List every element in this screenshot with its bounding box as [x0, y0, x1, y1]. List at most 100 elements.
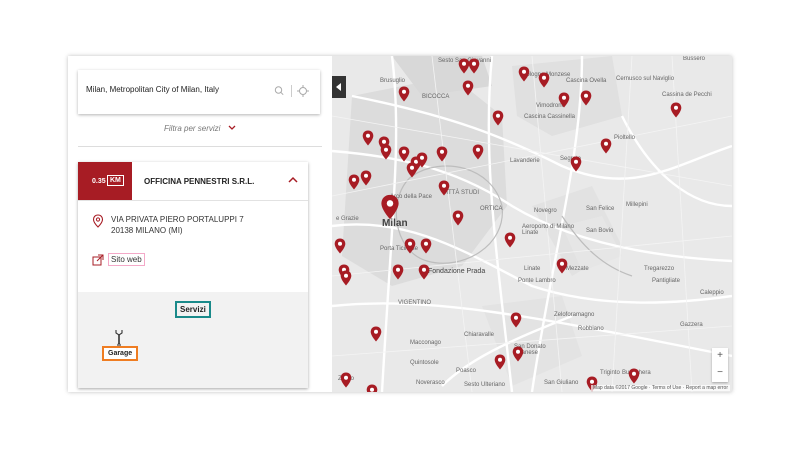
services-heading: Servizi	[175, 301, 211, 318]
map-marker[interactable]	[472, 144, 484, 160]
store-locator: Milan, Metropolitan City of Milan, Italy…	[68, 56, 732, 392]
map-label: VIGENTINO	[398, 300, 432, 306]
map-marker[interactable]	[360, 170, 372, 186]
map-marker[interactable]	[494, 354, 506, 370]
map-label: San Bovio	[586, 228, 614, 234]
map-marker[interactable]	[452, 210, 464, 226]
result-card-header[interactable]: 0.35 KM OFFICINA PENNESTRI S.R.L.	[78, 162, 308, 201]
map-marker[interactable]	[670, 102, 682, 118]
map-marker[interactable]	[418, 264, 430, 280]
map-label: Chiaravalle	[464, 332, 495, 338]
map-label: Pioltello	[614, 135, 636, 141]
zoom-out-button[interactable]: −	[712, 365, 728, 381]
zoom-in-button[interactable]: +	[712, 348, 728, 364]
website-link[interactable]: Sito web	[108, 253, 145, 266]
map-label: Lavanderie	[510, 158, 540, 164]
map-marker[interactable]	[570, 156, 582, 172]
locate-me-icon[interactable]	[296, 84, 310, 98]
distance-value: 0.35	[92, 178, 106, 185]
map-marker[interactable]	[392, 264, 404, 280]
map-marker[interactable]	[340, 372, 352, 388]
result-title: OFFICINA PENNESTRI S.R.L.	[144, 177, 255, 186]
map-label: Ponte Lambro	[518, 278, 556, 284]
result-card[interactable]: 0.35 KM OFFICINA PENNESTRI S.R.L. VIA PR…	[78, 162, 308, 388]
map-marker[interactable]	[420, 238, 432, 254]
external-link-icon[interactable]	[92, 254, 104, 266]
map-marker[interactable]	[518, 66, 530, 82]
map-label: Poasco	[456, 368, 477, 374]
map-label: BICOCCA	[422, 94, 450, 100]
service-tag-garage: Garage	[102, 346, 139, 361]
search-box[interactable]: Milan, Metropolitan City of Milan, Italy	[78, 70, 320, 114]
chevron-down-icon[interactable]	[228, 125, 236, 131]
map[interactable]: Sesto San Giovanni BICOCCA Brusuglio Col…	[332, 56, 732, 392]
map-label: Aeroporto di Milano Linate	[522, 224, 575, 236]
map-label: Noverasco	[416, 380, 445, 386]
map-marker[interactable]	[398, 146, 410, 162]
map-marker[interactable]	[340, 270, 352, 286]
wrench-icon	[115, 330, 123, 347]
map-marker[interactable]	[600, 138, 612, 154]
map-label: Millepini	[626, 202, 648, 208]
map-label: Gazzera	[680, 322, 703, 328]
map-label: Quintosole	[410, 360, 439, 366]
map-label: Cascina Cassinella	[524, 114, 576, 120]
search-separator	[291, 85, 292, 97]
map-marker[interactable]	[362, 130, 374, 146]
map-label: ORTICA	[480, 206, 503, 212]
map-attribution[interactable]: Map data ©2017 Google · Terms of Use · R…	[590, 385, 730, 391]
map-marker[interactable]	[404, 238, 416, 254]
map-label: Robbiano	[578, 326, 604, 332]
map-label: Cassina de Pecchi	[662, 92, 712, 98]
search-input[interactable]: Milan, Metropolitan City of Milan, Italy	[86, 85, 219, 94]
map-label: Triginto	[600, 370, 620, 376]
map-marker[interactable]	[512, 346, 524, 362]
map-label: Linate	[524, 266, 541, 272]
map-label: Cernusco sul Naviglio	[616, 76, 675, 82]
address-line-2: 20138 MILANO (MI)	[111, 226, 183, 235]
map-label: Caleppio	[700, 290, 724, 296]
map-marker[interactable]	[398, 86, 410, 102]
map-marker[interactable]	[416, 152, 428, 168]
map-marker[interactable]	[380, 144, 392, 160]
map-label: Novegro	[534, 208, 557, 214]
map-marker[interactable]	[370, 326, 382, 342]
collapse-panel-button[interactable]	[332, 76, 346, 98]
map-marker[interactable]	[510, 312, 522, 328]
map-marker[interactable]	[538, 72, 550, 88]
map-marker[interactable]	[366, 384, 378, 392]
map-label: Brusuglio	[380, 78, 406, 84]
location-pin-icon	[92, 214, 104, 228]
distance-unit: KM	[107, 175, 124, 186]
map-marker[interactable]	[492, 110, 504, 126]
chevron-up-icon[interactable]	[288, 176, 298, 183]
search-icon[interactable]	[274, 84, 284, 98]
map-marker[interactable]	[580, 90, 592, 106]
results-panel: Milan, Metropolitan City of Milan, Italy…	[68, 56, 332, 392]
map-marker[interactable]	[348, 174, 360, 190]
services-section: Servizi Garage	[78, 292, 308, 388]
selected-map-marker[interactable]	[380, 194, 400, 220]
map-label: Pantigliate	[652, 278, 681, 284]
map-label: Sesto Ulteriano	[464, 382, 506, 388]
chevron-left-icon[interactable]	[332, 76, 346, 98]
address-line-1: VIA PRIVATA PIERO PORTALUPPI 7	[111, 215, 244, 224]
map-marker[interactable]	[436, 146, 448, 162]
distance-badge: 0.35 KM	[78, 162, 132, 200]
map-label: Macconago	[410, 340, 442, 346]
map-label: Mezzate	[566, 266, 589, 272]
map-marker[interactable]	[558, 92, 570, 108]
map-label: San Giuliano	[544, 380, 579, 386]
map-marker[interactable]	[438, 180, 450, 196]
divider	[78, 146, 322, 147]
filter-services-toggle[interactable]: Filtra per servizi	[164, 124, 220, 133]
map-marker[interactable]	[504, 232, 516, 248]
map-marker[interactable]	[462, 80, 474, 96]
map-marker[interactable]	[556, 258, 568, 274]
map-marker[interactable]	[628, 368, 640, 384]
map-label: San Felice	[586, 206, 615, 212]
map-label: Bussero	[683, 56, 706, 62]
map-label: Cascina Ovella	[566, 78, 607, 84]
map-marker[interactable]	[334, 238, 346, 254]
map-marker[interactable]	[468, 58, 480, 74]
